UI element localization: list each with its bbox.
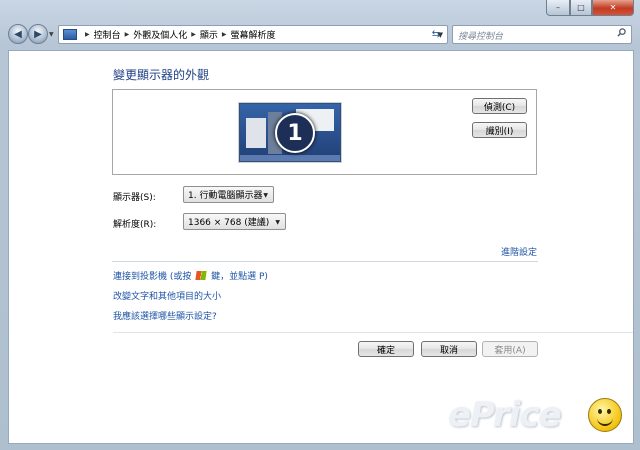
display-select-value: 1. 行動電腦顯示器 [188, 191, 263, 201]
close-button[interactable]: ✕ [592, 0, 634, 16]
forward-arrow-icon: ▶ [34, 28, 42, 40]
chevron-down-icon: ▼ [275, 219, 280, 226]
search-input[interactable]: 搜尋控制台 [452, 25, 632, 44]
projector-link-suffix: 鍵，並點選 P) [211, 272, 268, 282]
chevron-down-icon: ▼ [263, 192, 268, 199]
recent-pages-chevron-down-icon[interactable]: ▼ [49, 31, 54, 38]
windows-logo-icon [195, 271, 207, 280]
minimize-button[interactable]: – [546, 0, 570, 16]
back-arrow-icon: ◀ [14, 28, 22, 40]
breadcrumb-arrow-icon[interactable]: ▶ [85, 31, 90, 38]
page-title: 變更顯示器的外觀 [113, 68, 210, 82]
display-select[interactable]: 1. 行動電腦顯示器 ▼ [183, 186, 274, 203]
divider [112, 261, 538, 262]
caption-buttons: – □ ✕ [546, 0, 634, 17]
display-label: 顯示器(S): [113, 193, 156, 203]
text-size-link[interactable]: 改變文字和其他項目的大小 [113, 289, 221, 302]
resolution-label: 解析度(R): [113, 220, 157, 230]
identify-button[interactable]: 識別(I) [472, 122, 527, 138]
refresh-icon: ⇆ [431, 28, 441, 40]
breadcrumb-control-panel[interactable]: 控制台 [94, 28, 121, 41]
advanced-settings-link[interactable]: 進階設定 [501, 245, 537, 258]
breadcrumb-screen-resolution[interactable]: 螢幕解析度 [231, 28, 276, 41]
search-placeholder: 搜尋控制台 [458, 32, 504, 42]
taskbar-shape [240, 155, 340, 161]
navigation-bar: ◀ ▶ ▼ ▶ 控制台 ▶ 外觀及個人化 ▶ 顯示 ▶ 螢幕解析度 ▼ ⇆ 搜尋… [0, 22, 640, 46]
breadcrumb-display[interactable]: 顯示 [200, 28, 218, 41]
ok-button[interactable]: 確定 [358, 341, 414, 357]
content-pane: 變更顯示器的外觀 1 偵測(C) 識別(I) 顯示器(S): 1. 行動電腦顯示… [8, 50, 634, 444]
smiley-logo-icon [588, 398, 622, 432]
breadcrumb-arrow-icon[interactable]: ▶ [125, 31, 130, 38]
breadcrumb-appearance[interactable]: 外觀及個人化 [133, 28, 187, 41]
projector-link-prefix: 連接到投影機 (或按 [113, 272, 192, 282]
connect-projector-link[interactable]: 連接到投影機 (或按 鍵，並點選 P) [113, 269, 268, 282]
back-button[interactable]: ◀ [8, 24, 28, 44]
search-icon[interactable] [617, 28, 626, 37]
breadcrumb-arrow-icon[interactable]: ▶ [191, 31, 196, 38]
display-preview-area: 1 偵測(C) 識別(I) [112, 89, 537, 175]
address-bar[interactable]: ▶ 控制台 ▶ 外觀及個人化 ▶ 顯示 ▶ 螢幕解析度 ▼ [58, 25, 448, 44]
refresh-button[interactable]: ⇆ [428, 27, 444, 41]
divider [113, 332, 633, 333]
control-panel-icon [63, 29, 77, 40]
which-settings-link[interactable]: 我應該選擇哪些顯示設定? [113, 309, 217, 322]
maximize-button[interactable]: □ [570, 0, 592, 16]
monitor-number-badge: 1 [275, 113, 315, 153]
screen-window-shape [246, 118, 266, 148]
watermark-text: ePrice [448, 395, 562, 435]
resolution-select[interactable]: 1366 × 768 (建議) ▼ [183, 213, 286, 230]
apply-button: 套用(A) [482, 341, 538, 357]
control-panel-window: – □ ✕ ◀ ▶ ▼ ▶ 控制台 ▶ 外觀及個人化 ▶ 顯示 ▶ 螢幕解析度 … [0, 0, 640, 450]
forward-button[interactable]: ▶ [28, 24, 48, 44]
cancel-button[interactable]: 取消 [421, 341, 477, 357]
breadcrumb-arrow-icon[interactable]: ▶ [222, 31, 227, 38]
monitor-1-thumbnail[interactable]: 1 [239, 103, 341, 162]
resolution-select-value: 1366 × 768 (建議) [188, 218, 270, 228]
detect-button[interactable]: 偵測(C) [472, 98, 527, 114]
